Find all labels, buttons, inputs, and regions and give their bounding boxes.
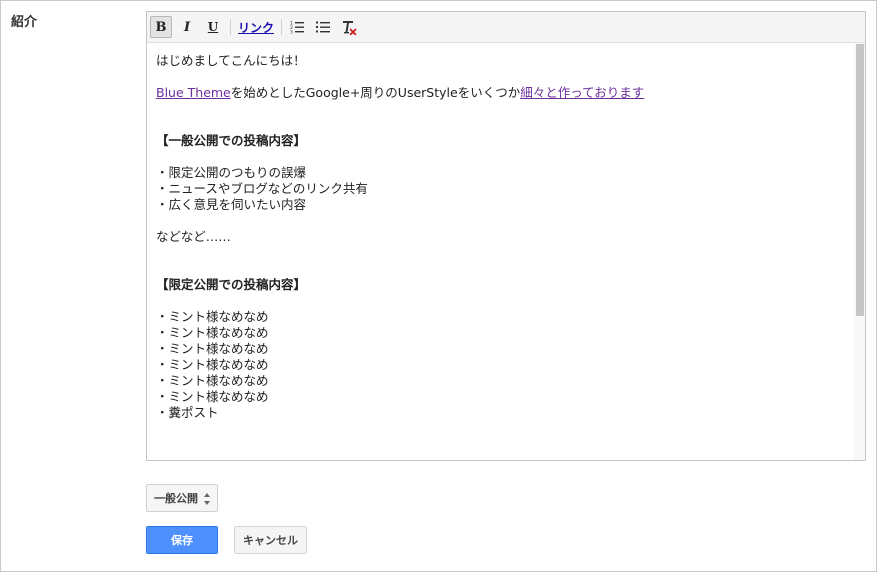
userstyles-link[interactable]: 細々と作っております (520, 85, 644, 100)
bold-icon: B (155, 19, 167, 35)
public-posts-heading: 【一般公開での投稿内容】 (156, 133, 307, 148)
scrollbar-thumb[interactable] (856, 44, 864, 316)
bold-button[interactable]: B (150, 16, 172, 38)
bulleted-list-icon (316, 21, 330, 33)
list-item: ・糞ポスト (156, 405, 219, 420)
editor-content[interactable]: はじめましてこんにちは！ Blue Themeを始めとしたGoogle+周りのU… (147, 43, 865, 460)
italic-icon: I (183, 19, 191, 35)
intro-line: Blue Themeを始めとしたGoogle+周りのUserStyleをいくつか… (156, 85, 845, 101)
rich-text-editor[interactable]: B I U リンク 1 2 3 はじめましてこんにちは！ Blue Themeを… (146, 11, 866, 461)
numbered-list-icon: 1 2 3 (290, 21, 304, 35)
clear-formatting-button[interactable] (338, 16, 360, 38)
svg-text:3: 3 (290, 30, 293, 35)
intro-text: を始めとしたGoogle+周りのUserStyleをいくつか (230, 85, 521, 100)
bulleted-list-button[interactable] (312, 16, 334, 38)
numbered-list-button[interactable]: 1 2 3 (286, 16, 308, 38)
limited-posts-heading: 【限定公開での投稿内容】 (156, 277, 307, 292)
save-button[interactable]: 保存 (146, 526, 218, 554)
clear-formatting-icon (342, 20, 357, 35)
italic-button[interactable]: I (177, 16, 197, 38)
editor-toolbar: B I U リンク 1 2 3 (147, 12, 865, 43)
etc-line: などなど…… (156, 229, 231, 244)
privacy-select-value: 一般公開 (154, 492, 198, 505)
list-item: ・限定公開のつもりの誤爆 (156, 165, 307, 180)
list-item: ・ミント様なめなめ (156, 357, 269, 372)
list-item: ・広く意見を伺いたい内容 (156, 197, 307, 212)
list-item: ・ミント様なめなめ (156, 325, 269, 340)
list-item: ・ミント様なめなめ (156, 341, 269, 356)
toolbar-separator (230, 19, 231, 35)
privacy-select[interactable]: 一般公開 (146, 484, 218, 512)
underline-icon: U (207, 20, 219, 34)
editor-scrollbar[interactable] (854, 43, 865, 460)
toolbar-separator (281, 19, 282, 35)
greeting-line: はじめましてこんにちは！ (156, 53, 306, 68)
underline-button[interactable]: U (203, 16, 223, 38)
list-item: ・ミント様なめなめ (156, 373, 269, 388)
list-item: ・ニュースやブログなどのリンク共有 (156, 181, 368, 196)
blue-theme-link[interactable]: Blue Theme (156, 85, 231, 100)
list-item: ・ミント様なめなめ (156, 389, 269, 404)
sort-arrows-icon (204, 493, 210, 505)
cancel-button[interactable]: キャンセル (234, 526, 307, 554)
list-item: ・ミント様なめなめ (156, 309, 269, 324)
link-button[interactable]: リンク (236, 16, 276, 38)
section-label: 紹介 (11, 15, 38, 30)
